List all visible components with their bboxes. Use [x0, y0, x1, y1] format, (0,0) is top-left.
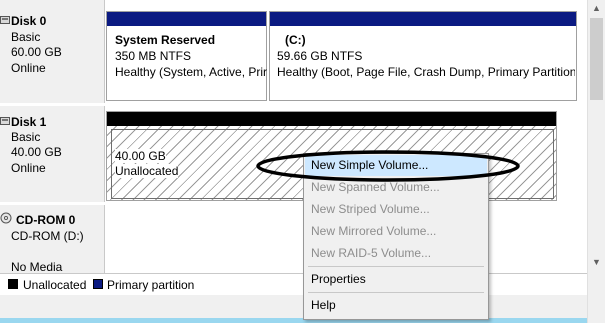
- annotation-ellipse: [256, 150, 520, 182]
- menu-item-help[interactable]: Help: [305, 295, 487, 316]
- cdrom-0-status: No Media: [11, 260, 63, 274]
- scrollbar-thumb[interactable]: [590, 18, 603, 100]
- primary-partition-bar: [107, 12, 266, 26]
- partition-health: Healthy (Boot, Page File, Crash Dump, Pr…: [277, 65, 575, 79]
- cdrom-0-name: CD-ROM 0: [16, 213, 76, 227]
- legend-unallocated-label: Unallocated: [23, 278, 87, 292]
- legend-unallocated-swatch: [8, 279, 18, 289]
- partition-title: (C:): [285, 33, 306, 47]
- cdrom-icon: [0, 212, 12, 224]
- disk-1-size: 40.00 GB: [11, 145, 62, 159]
- disk-0-status: Online: [11, 61, 46, 75]
- disk-1-status: Online: [11, 161, 46, 175]
- cdrom-0-header[interactable]: CD-ROM 0 CD-ROM (D:) No Media: [0, 205, 105, 274]
- disk-0-name: Disk 0: [11, 14, 47, 28]
- disk-0-type: Basic: [11, 30, 41, 44]
- vertical-scrollbar[interactable]: ▲ ▼: [587, 0, 605, 323]
- legend-primary-swatch: [93, 279, 103, 289]
- menu-item-new-striped-volume: New Striped Volume...: [311, 202, 430, 216]
- cdrom-0-type: CD-ROM (D:): [11, 229, 84, 243]
- primary-partition-bar: [270, 12, 576, 26]
- legend-primary-label: Primary partition: [107, 278, 195, 292]
- menu-separator: [308, 292, 484, 293]
- partition-filesystem: 350 MB NTFS: [115, 49, 192, 63]
- scroll-down-arrow-icon[interactable]: ▼: [588, 254, 605, 271]
- unallocated-size: 40.00 GB: [115, 149, 166, 163]
- unallocated-status: Unallocated: [115, 164, 179, 178]
- partition-system-reserved[interactable]: System Reserved 350 MB NTFS Healthy (Sys…: [106, 11, 267, 101]
- disk-0-size: 60.00 GB: [11, 45, 62, 59]
- disk-1-header[interactable]: Disk 1 Basic 40.00 GB Online: [0, 106, 105, 202]
- scroll-up-arrow-icon[interactable]: ▲: [588, 0, 605, 17]
- menu-item-properties[interactable]: Properties: [305, 269, 487, 290]
- menu-item-new-raid5-volume: New RAID-5 Volume...: [311, 246, 432, 260]
- menu-item-new-mirrored-volume: New Mirrored Volume...: [311, 224, 437, 238]
- disk-icon: [0, 114, 10, 125]
- unallocated-bar: [107, 112, 556, 126]
- menu-separator: [308, 266, 484, 267]
- partition-filesystem: 59.66 GB NTFS: [277, 49, 363, 63]
- legend: Unallocated Primary partition: [0, 273, 587, 296]
- partition-health: Healthy (System, Active, Prir: [115, 65, 267, 79]
- partition-title: System Reserved: [115, 33, 216, 47]
- disk-icon: [0, 13, 10, 24]
- disk-1-name: Disk 1: [11, 115, 47, 129]
- partition-c-drive[interactable]: (C:) 59.66 GB NTFS Healthy (Boot, Page F…: [269, 11, 577, 101]
- disk-1-type: Basic: [11, 130, 41, 144]
- disk-0-header[interactable]: Disk 0 Basic 60.00 GB Online: [0, 0, 105, 103]
